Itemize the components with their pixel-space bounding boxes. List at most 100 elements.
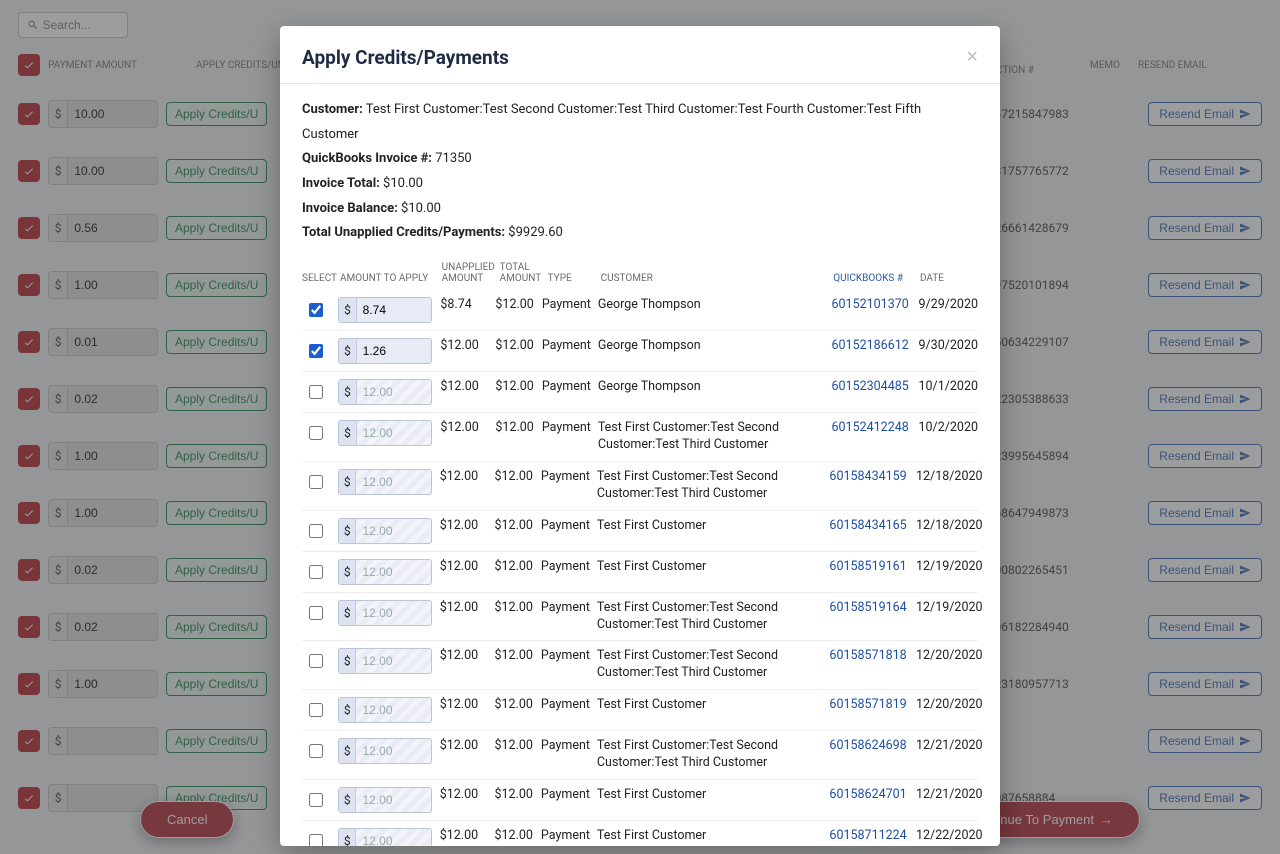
unapplied-amount: $12.00	[440, 469, 487, 484]
credit-select-checkbox[interactable]	[309, 385, 323, 399]
credit-select-checkbox[interactable]	[309, 565, 323, 579]
credit-select-checkbox[interactable]	[309, 744, 323, 758]
payment-date: 9/30/2020	[919, 338, 979, 353]
unapplied-amount: $12.00	[440, 518, 487, 533]
credit-select-checkbox[interactable]	[309, 793, 323, 807]
payment-date: 12/19/2020	[916, 559, 978, 574]
unapplied-amount: $12.00	[440, 697, 487, 712]
payment-type: Payment	[542, 297, 590, 312]
amount-to-apply-input: $	[338, 738, 432, 764]
credit-row: $$12.00$12.00PaymentTest First Customer:…	[302, 593, 978, 642]
quickbooks-link[interactable]: 60152412248	[832, 420, 909, 435]
total-amount: $12.00	[495, 648, 533, 663]
quickbooks-link[interactable]: 60152304485	[832, 379, 909, 394]
customer-name: Test First Customer:Test Second Customer…	[597, 469, 822, 503]
amount-to-apply-input[interactable]: $	[338, 297, 432, 323]
payment-date: 12/22/2020	[916, 828, 978, 843]
payment-type: Payment	[541, 787, 589, 802]
payment-type: Payment	[542, 338, 590, 353]
total-amount: $12.00	[495, 297, 533, 312]
credit-select-checkbox[interactable]	[309, 703, 323, 717]
customer-name: Test First Customer	[597, 559, 822, 576]
modal-title: Apply Credits/Payments	[302, 46, 509, 69]
amount-to-apply-input: $	[338, 828, 432, 846]
credit-row: $$12.00$12.00PaymentTest First Customer:…	[302, 462, 978, 511]
amount-to-apply-input: $	[338, 787, 432, 813]
customer-name: George Thompson	[598, 379, 824, 396]
total-amount: $12.00	[495, 697, 533, 712]
amount-to-apply-input: $	[338, 469, 432, 495]
unapplied-amount: $12.00	[440, 787, 487, 802]
total-amount: $12.00	[495, 787, 533, 802]
payment-type: Payment	[542, 379, 590, 394]
total-amount: $12.00	[495, 559, 533, 574]
payment-type: Payment	[541, 469, 589, 484]
customer-name: Test First Customer:Test Second Customer…	[597, 738, 822, 772]
payment-date: 12/20/2020	[916, 648, 978, 663]
credit-select-checkbox[interactable]	[309, 524, 323, 538]
total-amount: $12.00	[495, 518, 533, 533]
credit-select-checkbox[interactable]	[309, 303, 323, 317]
customer-name: Test First Customer	[597, 828, 822, 845]
credit-select-checkbox[interactable]	[309, 344, 323, 358]
customer-name: Test First Customer	[597, 787, 822, 804]
customer-name: Test First Customer	[597, 697, 822, 714]
quickbooks-link[interactable]: 60158624698	[829, 738, 906, 753]
credit-row: $ $12.00 $12.00 Payment Test First Customer 6…	[302, 821, 978, 846]
payment-type: Payment	[541, 738, 589, 753]
unapplied-amount: $12.00	[440, 420, 487, 435]
quickbooks-link[interactable]: 60158434165	[829, 518, 906, 533]
credit-row: $ $8.74 $12.00 Payment George Thompson 601521…	[302, 290, 978, 331]
quickbooks-link[interactable]: 60158519161	[829, 559, 906, 574]
credit-row: $$12.00$12.00PaymentTest First Customer:…	[302, 731, 978, 780]
credit-select-checkbox[interactable]	[309, 426, 323, 440]
close-icon[interactable]: ×	[966, 46, 978, 69]
amount-to-apply-input[interactable]: $	[338, 338, 432, 364]
total-amount: $12.00	[495, 420, 533, 435]
quickbooks-link[interactable]: 60158571818	[829, 648, 906, 663]
apply-credits-modal: Apply Credits/Payments × Customer: Test …	[280, 26, 1000, 846]
quickbooks-link[interactable]: 60152186612	[832, 338, 909, 353]
amount-to-apply-input: $	[338, 518, 432, 544]
amount-to-apply-input: $	[338, 559, 432, 585]
credit-select-checkbox[interactable]	[309, 475, 323, 489]
quickbooks-link[interactable]: 60158519164	[829, 600, 906, 615]
payment-date: 12/19/2020	[916, 600, 978, 615]
payment-type: Payment	[541, 518, 589, 533]
total-amount: $12.00	[495, 379, 533, 394]
total-amount: $12.00	[495, 828, 533, 843]
quickbooks-link[interactable]: 60152101370	[832, 297, 909, 312]
unapplied-amount: $8.74	[440, 297, 487, 312]
quickbooks-link[interactable]: 60158711224	[829, 828, 906, 843]
payment-type: Payment	[541, 828, 589, 843]
credit-select-checkbox[interactable]	[309, 834, 323, 846]
payment-type: Payment	[541, 697, 589, 712]
quickbooks-link[interactable]: 60158624701	[829, 787, 906, 802]
customer-name: Test First Customer	[597, 518, 822, 535]
payment-type: Payment	[541, 559, 589, 574]
customer-name: George Thompson	[598, 338, 824, 355]
unapplied-amount: $12.00	[440, 559, 487, 574]
unapplied-amount: $12.00	[440, 648, 487, 663]
unapplied-amount: $12.00	[440, 828, 487, 843]
credit-select-checkbox[interactable]	[309, 606, 323, 620]
unapplied-amount: $12.00	[440, 379, 487, 394]
amount-to-apply-input: $	[338, 600, 432, 626]
total-amount: $12.00	[495, 338, 533, 353]
customer-name: George Thompson	[598, 297, 824, 314]
modal-meta: Customer: Test First Customer:Test Secon…	[280, 84, 1000, 252]
payment-date: 12/20/2020	[916, 697, 978, 712]
credit-row: $$12.00$12.00PaymentTest First Customer6…	[302, 690, 978, 731]
payment-date: 12/18/2020	[916, 518, 978, 533]
quickbooks-link[interactable]: 60158571819	[829, 697, 906, 712]
unapplied-amount: $12.00	[440, 738, 487, 753]
payment-type: Payment	[541, 600, 589, 615]
payment-date: 10/1/2020	[919, 379, 979, 394]
credit-row: $ $12.00 $12.00 Payment Test First Customer 6…	[302, 552, 978, 593]
modal-table-header: SELECT AMOUNT TO APPLY UNAPPLIED AMOUNT …	[280, 252, 1000, 290]
quickbooks-link[interactable]: 60158434159	[829, 469, 906, 484]
payment-date: 10/2/2020	[919, 420, 979, 435]
credit-select-checkbox[interactable]	[309, 654, 323, 668]
amount-to-apply-input: $	[338, 420, 432, 446]
credit-row: $ $12.00 $12.00 Payment Test First Customer 6…	[302, 511, 978, 552]
